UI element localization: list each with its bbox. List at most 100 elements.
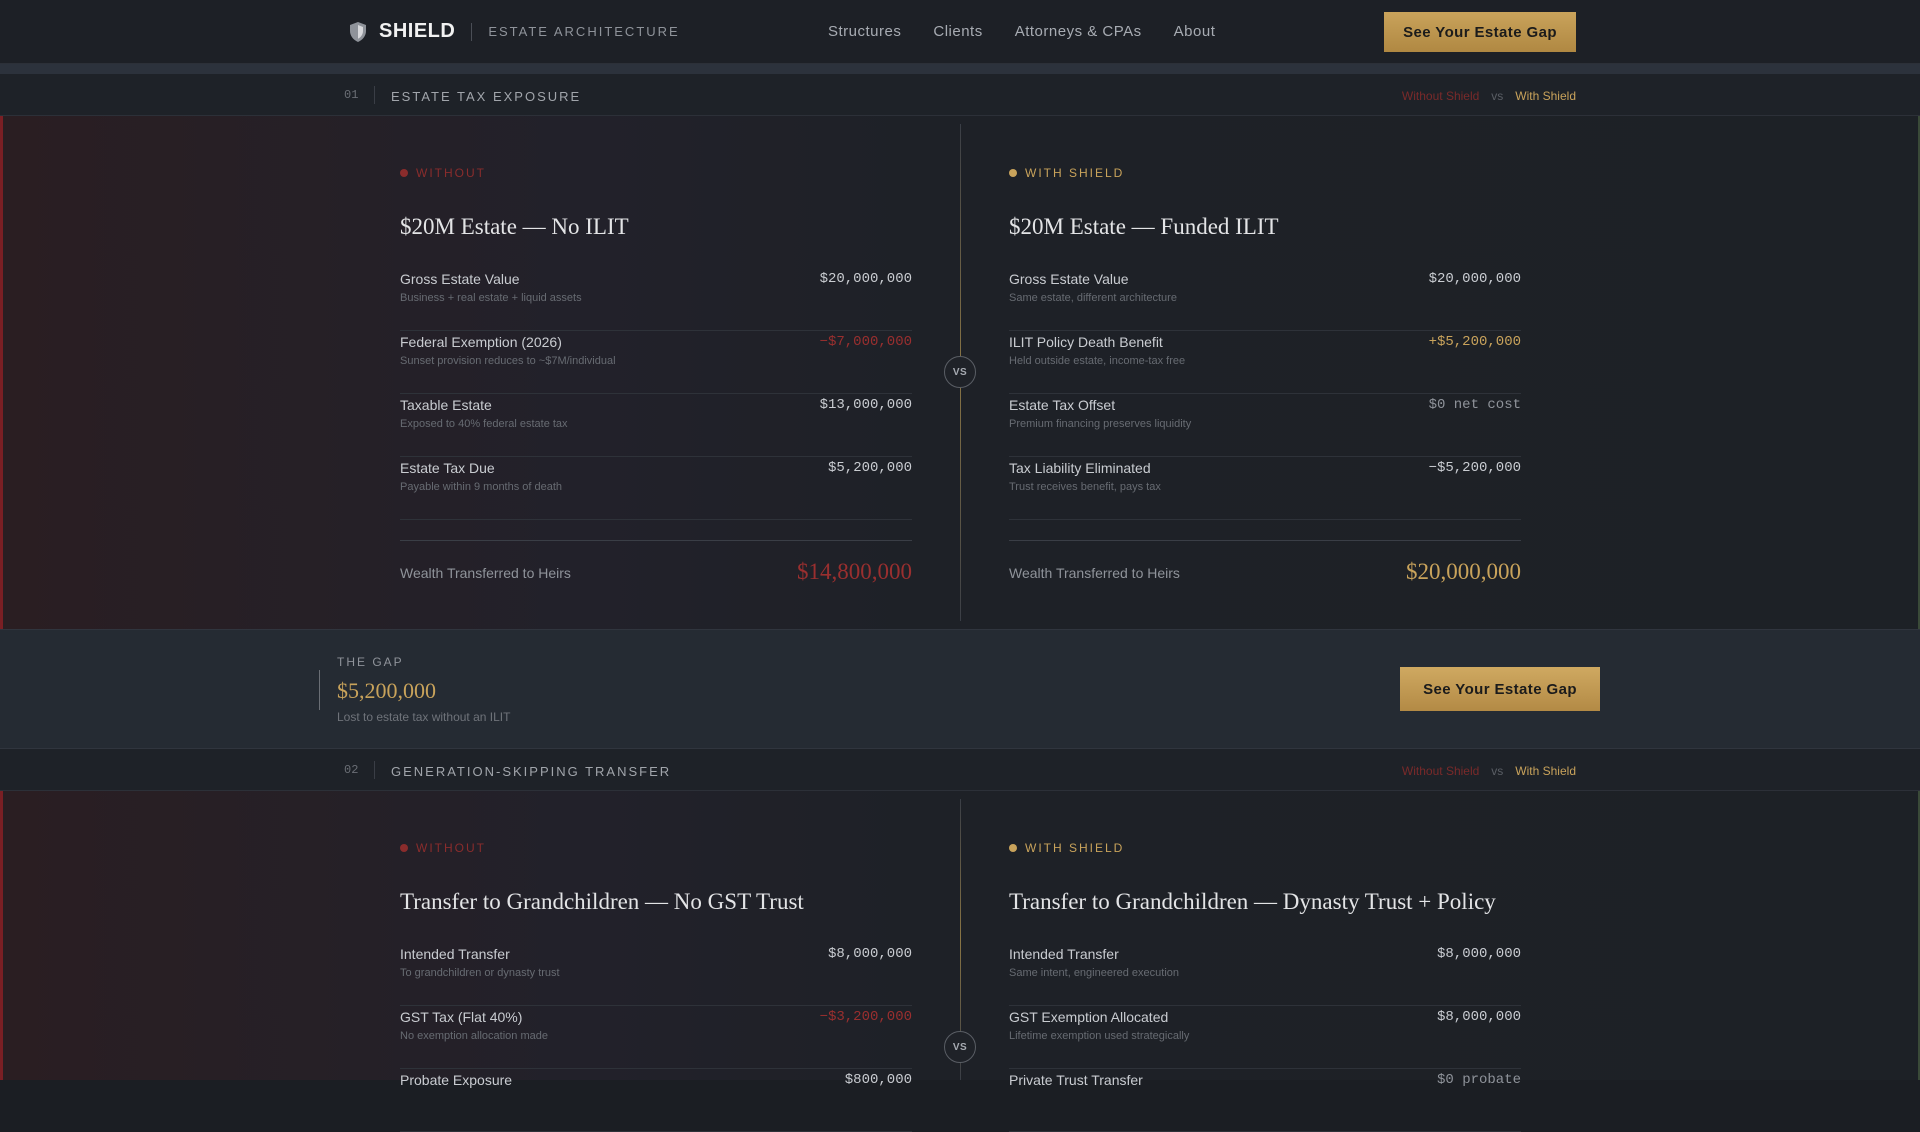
table-row: Federal Exemption (2026) Sunset provisio… — [400, 331, 912, 394]
without-accent-bar — [0, 791, 3, 1080]
section-header-estate-tax: 01 ESTATE TAX EXPOSURE Without Shield vs… — [0, 74, 1920, 116]
with-column: WITH SHIELD $20M Estate — Funded ILIT Gr… — [1009, 166, 1521, 600]
total-value: $20,000,000 — [1406, 559, 1521, 584]
legend-vs: vs — [1491, 764, 1504, 778]
with-total: Wealth Transferred to Heirs $20,000,000 — [1009, 540, 1521, 600]
without-rows: Intended Transfer To grandchildren or dy… — [400, 943, 912, 1132]
legend-without: Without Shield — [1401, 89, 1480, 103]
with-title: $20M Estate — Funded ILIT — [1009, 214, 1279, 239]
row-label: Gross Estate Value — [1009, 271, 1129, 287]
row-value: $13,000,000 — [819, 397, 912, 413]
table-row: GST Exemption Allocated Lifetime exempti… — [1009, 1006, 1521, 1069]
without-column: WITHOUT $20M Estate — No ILIT Gross Esta… — [400, 166, 912, 600]
nav-link-clients[interactable]: Clients — [933, 23, 982, 40]
section-divider — [374, 86, 375, 104]
row-sublabel: Lifetime exemption used strategically — [1009, 1030, 1190, 1042]
table-row: Private Trust Transfer $0 probate — [1009, 1069, 1521, 1132]
without-tag: WITHOUT — [400, 841, 912, 855]
nav-links: Structures Clients Attorneys & CPAs Abou… — [828, 23, 1215, 40]
vs-badge: VS — [944, 1031, 976, 1063]
without-accent-bar — [0, 116, 3, 629]
nav-link-structures[interactable]: Structures — [828, 23, 901, 40]
with-tag: WITH SHIELD — [1009, 166, 1521, 180]
row-label: Gross Estate Value — [400, 271, 520, 287]
row-label: Taxable Estate — [400, 397, 492, 413]
row-value: $800,000 — [844, 1072, 912, 1088]
row-label: Probate Exposure — [400, 1072, 513, 1088]
row-label: Private Trust Transfer — [1009, 1072, 1143, 1088]
row-sublabel: Same estate, different architecture — [1009, 292, 1177, 304]
gold-dot-icon — [1009, 169, 1017, 177]
section-title: ESTATE TAX EXPOSURE — [391, 89, 582, 104]
row-sublabel: Same intent, engineered execution — [1009, 967, 1180, 979]
row-label: Intended Transfer — [400, 946, 510, 962]
without-title: Transfer to Grandchildren — No GST Trust — [400, 889, 804, 914]
gap-sublabel: Lost to estate tax without an ILIT — [337, 710, 511, 724]
row-sublabel: Premium financing preserves liquidity — [1009, 418, 1192, 430]
table-row: Probate Exposure $800,000 — [400, 1069, 912, 1132]
nav-cta-button[interactable]: See Your Estate Gap — [1384, 12, 1576, 52]
with-tag: WITH SHIELD — [1009, 841, 1521, 855]
brand-tagline: ESTATE ARCHITECTURE — [488, 24, 680, 39]
table-row: ILIT Policy Death Benefit Held outside e… — [1009, 331, 1521, 394]
total-label: Wealth Transferred to Heirs — [400, 565, 571, 581]
section-legend: Without Shield vs With Shield — [1402, 764, 1576, 778]
row-value: $5,200,000 — [827, 460, 912, 476]
total-value: $14,800,000 — [797, 559, 912, 584]
row-sublabel: Held outside estate, income-tax free — [1009, 355, 1186, 367]
row-label: GST Tax (Flat 40%) — [400, 1009, 523, 1025]
row-value: $8,000,000 — [1436, 946, 1521, 962]
header-strip — [0, 64, 1920, 74]
with-tag-label: WITH SHIELD — [1025, 166, 1125, 180]
row-sublabel: Trust receives benefit, pays tax — [1009, 481, 1161, 493]
row-sublabel: No exemption allocation made — [400, 1030, 548, 1042]
without-tag-label: WITHOUT — [416, 166, 486, 180]
top-nav: SHIELD ESTATE ARCHITECTURE Structures Cl… — [0, 0, 1920, 64]
gap-cta-button[interactable]: See Your Estate Gap — [1400, 667, 1600, 711]
row-sublabel: Payable within 9 months of death — [400, 481, 563, 493]
row-sublabel: Sunset provision reduces to ~$7M/individ… — [400, 355, 616, 367]
comparison-panel-gst: VS WITHOUT Transfer to Grandchildren — N… — [0, 791, 1920, 1132]
red-dot-icon — [400, 169, 408, 177]
row-sublabel: Business + real estate + liquid assets — [400, 292, 582, 304]
comparison-panel-estate-tax: VS WITHOUT $20M Estate — No ILIT Gross E… — [0, 116, 1920, 629]
legend-with: With Shield — [1515, 89, 1576, 103]
gap-value: $5,200,000 — [337, 678, 436, 703]
without-tag-label: WITHOUT — [416, 841, 486, 855]
without-tag: WITHOUT — [400, 166, 912, 180]
section-legend: Without Shield vs With Shield — [1402, 89, 1576, 103]
gap-label: THE GAP — [337, 655, 404, 669]
shield-icon — [350, 21, 366, 42]
table-row: Tax Liability Eliminated Trust receives … — [1009, 457, 1521, 520]
red-dot-icon — [400, 844, 408, 852]
table-row: Intended Transfer To grandchildren or dy… — [400, 943, 912, 1006]
brand-name: SHIELD — [379, 20, 456, 42]
table-row: Estate Tax Offset Premium financing pres… — [1009, 394, 1521, 457]
row-label: ILIT Policy Death Benefit — [1009, 334, 1163, 350]
row-label: Estate Tax Due — [400, 460, 495, 476]
nav-link-attorneys-cpas[interactable]: Attorneys & CPAs — [1015, 23, 1142, 40]
section-number: 01 — [344, 88, 359, 102]
estate-gap-bar: THE GAP $5,200,000 Lost to estate tax wi… — [0, 629, 1920, 749]
gap-accent-bar — [319, 670, 320, 710]
row-label: Federal Exemption (2026) — [400, 334, 562, 350]
row-value: +$5,200,000 — [1428, 334, 1521, 350]
with-rows: Gross Estate Value Same estate, differen… — [1009, 268, 1521, 520]
section-divider — [374, 761, 375, 779]
with-rows: Intended Transfer Same intent, engineere… — [1009, 943, 1521, 1132]
row-value: −$3,200,000 — [819, 1009, 912, 1025]
brand[interactable]: SHIELD ESTATE ARCHITECTURE — [349, 20, 680, 43]
without-column: WITHOUT Transfer to Grandchildren — No G… — [400, 841, 912, 1132]
legend-vs: vs — [1491, 89, 1504, 103]
table-row: Taxable Estate Exposed to 40% federal es… — [400, 394, 912, 457]
nav-link-about[interactable]: About — [1174, 23, 1216, 40]
vs-badge: VS — [944, 356, 976, 388]
table-row: Gross Estate Value Same estate, differen… — [1009, 268, 1521, 331]
with-title: Transfer to Grandchildren — Dynasty Trus… — [1009, 889, 1496, 914]
section-number: 02 — [344, 763, 359, 777]
legend-with: With Shield — [1515, 764, 1576, 778]
with-column: WITH SHIELD Transfer to Grandchildren — … — [1009, 841, 1521, 1132]
with-tag-label: WITH SHIELD — [1025, 841, 1125, 855]
row-value: $0 net cost — [1428, 397, 1521, 413]
table-row: GST Tax (Flat 40%) No exemption allocati… — [400, 1006, 912, 1069]
